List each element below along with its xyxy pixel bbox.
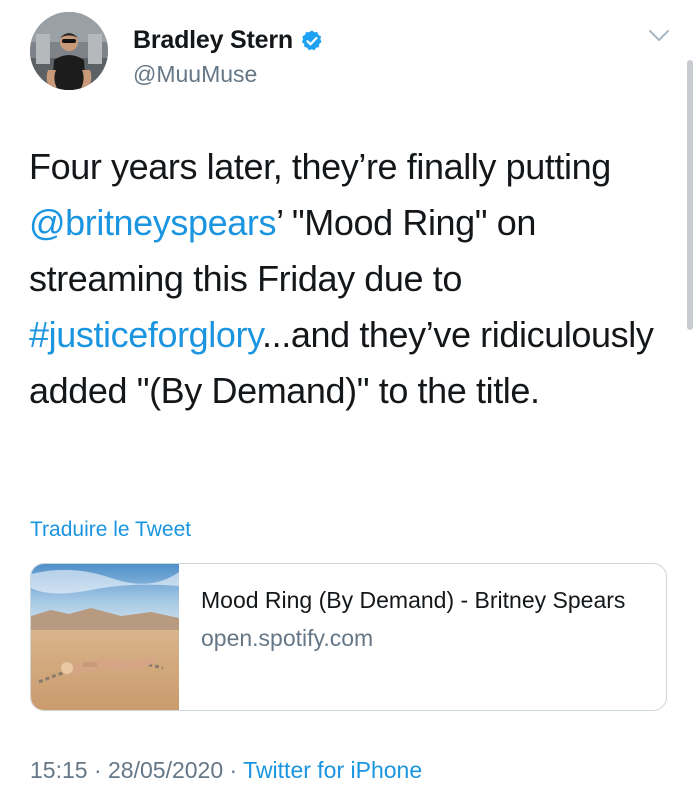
author-display-name[interactable]: Bradley Stern: [133, 26, 293, 55]
verified-badge-icon: [301, 30, 322, 50]
scrollbar[interactable]: [687, 60, 693, 330]
tweet-time[interactable]: 15:15: [30, 757, 88, 783]
hashtag-link[interactable]: #justiceforglory: [29, 314, 262, 355]
card-body: Mood Ring (By Demand) - Britney Spears o…: [179, 564, 631, 710]
chevron-down-icon[interactable]: [647, 28, 671, 44]
profile-photo-icon: [30, 12, 108, 90]
translate-tweet-link[interactable]: Traduire le Tweet: [30, 518, 191, 542]
tweet-metadata: 15:15 · 28/05/2020 · Twitter for iPhone: [30, 757, 422, 784]
author-handle[interactable]: @MuuMuse: [133, 61, 257, 88]
album-cover-icon: [31, 564, 179, 710]
tweet-source-link[interactable]: Twitter for iPhone: [243, 757, 422, 783]
card-title: Mood Ring (By Demand) - Britney Spears: [201, 587, 626, 613]
card-domain: open.spotify.com: [201, 625, 374, 651]
meta-separator: ·: [223, 757, 244, 783]
tweet-text-segment: Four years later, they’re finally puttin…: [29, 146, 611, 187]
author-name-row[interactable]: Bradley Stern: [133, 26, 324, 55]
tweet-date[interactable]: 28/05/2020: [108, 757, 223, 783]
link-preview-card[interactable]: Mood Ring (By Demand) - Britney Spears o…: [30, 563, 667, 711]
card-thumbnail: [31, 564, 179, 710]
tweet-text: Four years later, they’re finally puttin…: [29, 139, 669, 419]
avatar[interactable]: [30, 12, 108, 90]
mention-link[interactable]: @britneyspears: [29, 202, 276, 243]
meta-separator: ·: [87, 757, 109, 783]
